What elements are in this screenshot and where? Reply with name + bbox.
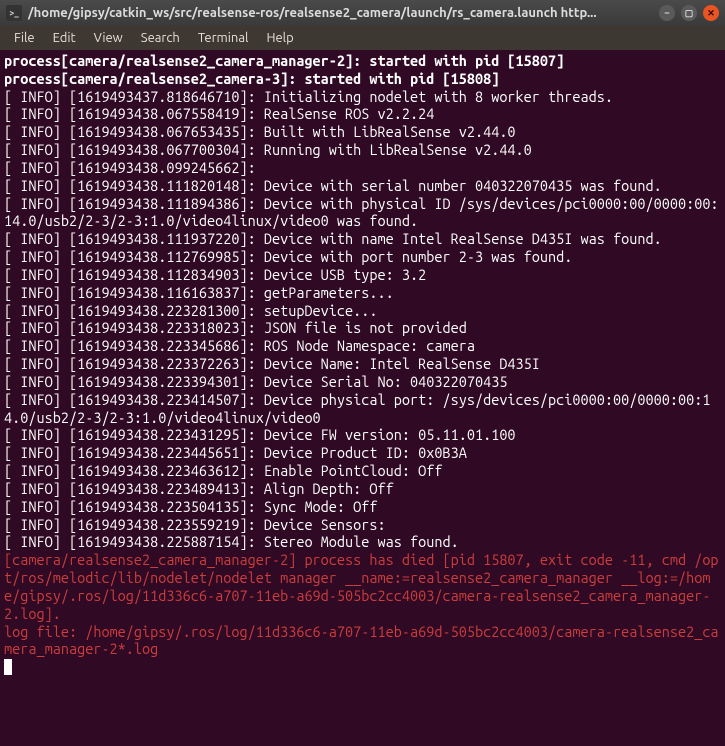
terminal-line: [ INFO] [1619493438.223345686]: ROS Node… [4,337,721,355]
terminal-line: [ INFO] [1619493438.112834903]: Device U… [4,266,721,284]
terminal-line: [ INFO] [1619493438.116163837]: getParam… [4,284,721,302]
menubar: File Edit View Search Terminal Help [0,26,725,50]
terminal-cursor-line [4,658,721,676]
terminal-line: [ INFO] [1619493437.818646710]: Initiali… [4,88,721,106]
terminal-line: [ INFO] [1619493438.223318023]: JSON fil… [4,319,721,337]
menu-edit[interactable]: Edit [45,29,84,47]
terminal-line: [camera/realsense2_camera_manager-2] pro… [4,551,721,622]
minimize-button[interactable]: – [659,5,675,21]
menu-file[interactable]: File [6,29,43,47]
terminal-line: [ INFO] [1619493438.111820148]: Device w… [4,177,721,195]
terminal-line: [ INFO] [1619493438.223445651]: Device P… [4,444,721,462]
window-title: /home/gipsy/catkin_ws/src/realsense-ros/… [28,6,659,20]
terminal-line: log file: /home/gipsy/.ros/log/11d336c6-… [4,623,721,659]
terminal-line: process[camera/realsense2_camera-3]: sta… [4,70,721,88]
terminal-app-icon: >_ [6,5,22,21]
menu-help[interactable]: Help [258,29,301,47]
terminal-line: [ INFO] [1619493438.099245662]: [4,159,721,177]
terminal-line: [ INFO] [1619493438.223559219]: Device S… [4,516,721,534]
terminal-line: [ INFO] [1619493438.111937220]: Device w… [4,230,721,248]
terminal-line: [ INFO] [1619493438.067700304]: Running … [4,141,721,159]
terminal-line: [ INFO] [1619493438.067653435]: Built wi… [4,123,721,141]
terminal-line: [ INFO] [1619493438.067558419]: RealSens… [4,105,721,123]
terminal-line: [ INFO] [1619493438.223463612]: Enable P… [4,462,721,480]
terminal-line: [ INFO] [1619493438.223281300]: setupDev… [4,302,721,320]
terminal-line: [ INFO] [1619493438.111894386]: Device w… [4,195,721,231]
terminal-line: [ INFO] [1619493438.223372263]: Device N… [4,355,721,373]
menu-search[interactable]: Search [133,29,188,47]
terminal-line: [ INFO] [1619493438.223489413]: Align De… [4,480,721,498]
titlebar: >_ /home/gipsy/catkin_ws/src/realsense-r… [0,0,725,26]
maximize-button[interactable]: ▢ [681,5,697,21]
terminal-line: [ INFO] [1619493438.223504135]: Sync Mod… [4,498,721,516]
terminal-line: process[camera/realsense2_camera_manager… [4,52,721,70]
terminal-line: [ INFO] [1619493438.223414507]: Device p… [4,391,721,427]
menu-view[interactable]: View [86,29,131,47]
cursor-icon [4,659,12,675]
menu-terminal[interactable]: Terminal [190,29,257,47]
window-controls: – ▢ ✕ [659,5,719,21]
terminal-line: [ INFO] [1619493438.112769985]: Device w… [4,248,721,266]
terminal-output[interactable]: process[camera/realsense2_camera_manager… [0,50,725,746]
terminal-line: [ INFO] [1619493438.225887154]: Stereo M… [4,533,721,551]
close-button[interactable]: ✕ [703,5,719,21]
terminal-line: [ INFO] [1619493438.223431295]: Device F… [4,426,721,444]
terminal-line: [ INFO] [1619493438.223394301]: Device S… [4,373,721,391]
